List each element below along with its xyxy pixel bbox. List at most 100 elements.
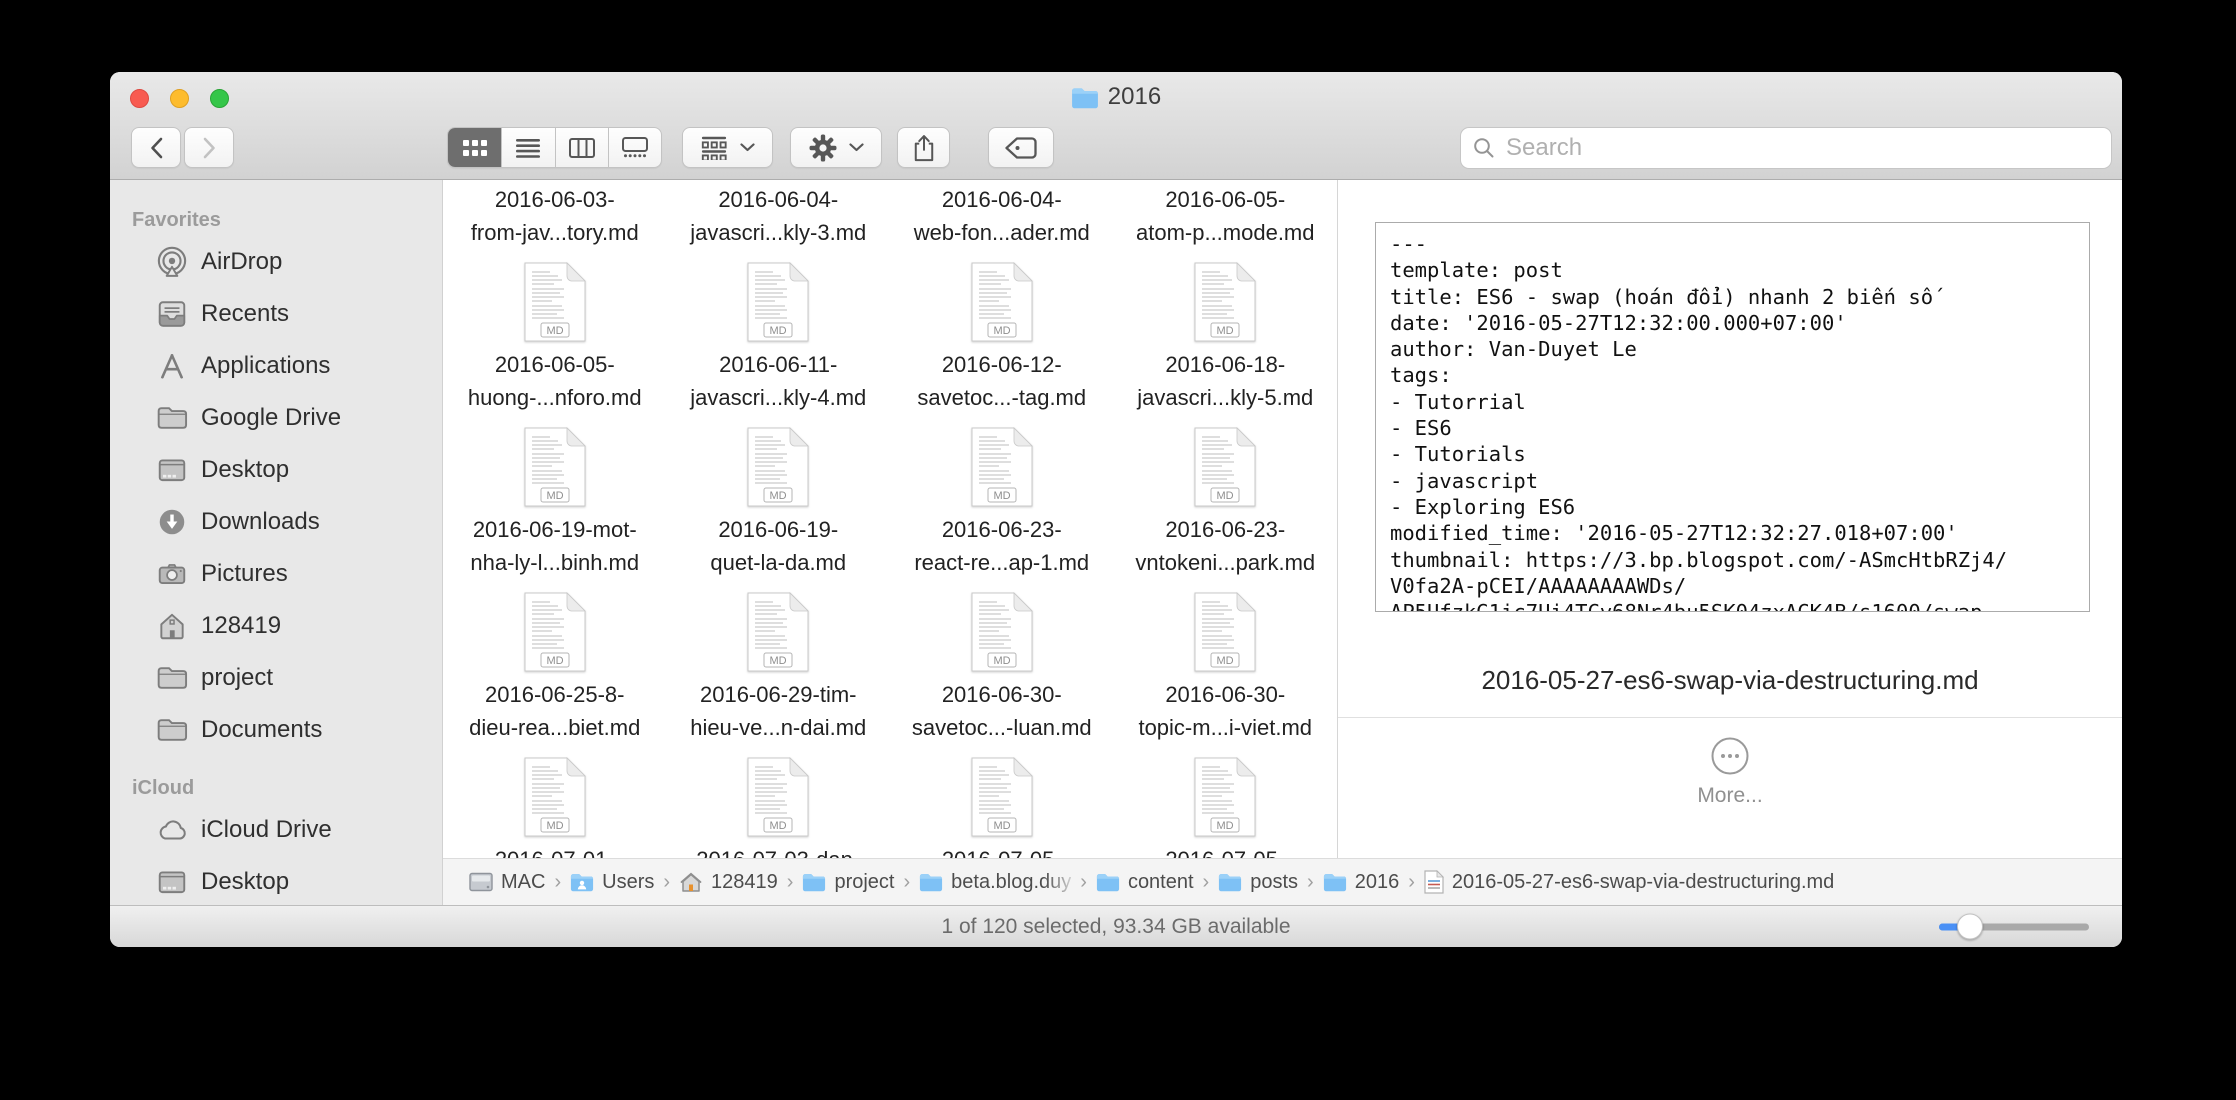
chevron-right-icon: ›	[787, 871, 794, 894]
sidebar-item-label: Desktop	[201, 868, 289, 896]
markdown-file-icon: MD	[747, 427, 809, 507]
md-badge-label: MD	[770, 820, 787, 832]
file-name-line1: 2016-07-05-	[942, 843, 1062, 858]
markdown-file-icon: MD	[524, 592, 586, 672]
desktop-icon	[156, 866, 188, 898]
file-item[interactable]: MD 2016-06-19-mot- nha-ly-l...binh.md	[443, 427, 667, 592]
file-item[interactable]: MD 2016-06-05- atom-p...mode.md	[1114, 180, 1338, 262]
sidebar-item-icloud-desktop[interactable]: Desktop	[110, 856, 442, 908]
sidebar-item-project[interactable]: project	[110, 652, 442, 704]
md-badge-label: MD	[993, 490, 1010, 502]
file-name-line1: 2016-06-04-	[942, 183, 1062, 216]
breadcrumb-posts[interactable]: posts	[1218, 871, 1298, 894]
markdown-file-icon: MD	[524, 757, 586, 837]
folder-icon	[156, 402, 188, 434]
back-button[interactable]	[131, 127, 181, 168]
blue-folder-icon	[1323, 871, 1347, 893]
blue-folder-icon	[1218, 871, 1242, 893]
file-item[interactable]: MD 2016-06-03- from-jav...tory.md	[443, 180, 667, 262]
sidebar-item-airdrop[interactable]: AirDrop	[110, 236, 442, 288]
breadcrumb-content[interactable]: content	[1096, 871, 1194, 894]
file-item[interactable]: MD 2016-06-18- javascri...kly-5.md	[1114, 262, 1338, 427]
more-button[interactable]: More...	[1338, 736, 2122, 808]
view-switcher	[447, 127, 662, 168]
file-name-line2: atom-p...mode.md	[1136, 216, 1315, 249]
chevron-down-icon	[740, 143, 755, 152]
file-name-line2: nha-ly-l...binh.md	[470, 546, 639, 579]
forward-button[interactable]	[184, 127, 234, 168]
file-item[interactable]: MD 2016-06-19- quet-la-da.md	[667, 427, 891, 592]
sidebar-item-recents[interactable]: Recents	[110, 288, 442, 340]
file-item[interactable]: MD 2016-06-04- web-fon...ader.md	[890, 180, 1114, 262]
sidebar-item-google-drive[interactable]: Google Drive	[110, 392, 442, 444]
blue-folder-icon	[1096, 871, 1120, 893]
icon-size-slider[interactable]	[1939, 923, 2089, 930]
file-item[interactable]: MD 2016-06-04- javascri...kly-3.md	[667, 180, 891, 262]
list-view-icon	[516, 138, 540, 158]
breadcrumb-file[interactable]: 2016-05-27-es6-swap-via-destructuring.md	[1424, 870, 1834, 894]
home-icon	[679, 871, 703, 893]
file-item[interactable]: MD 2016-07-05-	[890, 757, 1114, 858]
sidebar-item-home[interactable]: 128419	[110, 600, 442, 652]
search-field[interactable]	[1460, 127, 2112, 169]
file-item[interactable]: MD 2016-06-30- topic-m...i-viet.md	[1114, 592, 1338, 757]
breadcrumb-home[interactable]: 128419	[679, 871, 778, 894]
list-view-button[interactable]	[501, 128, 554, 167]
chevron-right-icon: ›	[554, 871, 561, 894]
column-view-button[interactable]	[555, 128, 608, 167]
icon-view-button[interactable]	[448, 128, 501, 167]
sidebar-item-applications[interactable]: Applications	[110, 340, 442, 392]
finder-window: 2016	[110, 72, 2122, 947]
chevron-right-icon: ›	[1080, 871, 1087, 894]
file-name-line1: 2016-06-05-	[495, 348, 615, 381]
titlebar: 2016	[110, 72, 2122, 180]
md-badge-label: MD	[993, 325, 1010, 337]
file-item[interactable]: MD 2016-06-30- savetoc...-luan.md	[890, 592, 1114, 757]
file-item[interactable]: MD 2016-06-29-tim- hieu-ve...n-dai.md	[667, 592, 891, 757]
search-input[interactable]	[1504, 133, 2099, 163]
sidebar-item-downloads[interactable]: Downloads	[110, 496, 442, 548]
sidebar-item-label: Recents	[201, 300, 289, 328]
preview-text-box[interactable]: --- template: post title: ES6 - swap (ho…	[1375, 222, 2090, 612]
file-item[interactable]: MD 2016-06-12- savetoc...-tag.md	[890, 262, 1114, 427]
file-name-line1: 2016-06-30-	[942, 678, 1062, 711]
file-item[interactable]: MD 2016-06-23- react-re...ap-1.md	[890, 427, 1114, 592]
file-name-line1: 2016-06-12-	[942, 348, 1062, 381]
sidebar-item-documents[interactable]: Documents	[110, 704, 442, 756]
breadcrumb-drive[interactable]: MAC	[469, 871, 545, 894]
markdown-file-icon: MD	[971, 592, 1033, 672]
file-item[interactable]: MD 2016-07-05-	[1114, 757, 1338, 858]
file-item[interactable]: MD 2016-07-03-dan-	[667, 757, 891, 858]
file-item[interactable]: MD 2016-06-11- javascri...kly-4.md	[667, 262, 891, 427]
breadcrumb-project[interactable]: project	[802, 871, 894, 894]
md-badge-label: MD	[1217, 820, 1234, 832]
group-button[interactable]	[682, 127, 773, 168]
file-item[interactable]: MD 2016-07-01-	[443, 757, 667, 858]
status-text: 1 of 120 selected, 93.34 GB available	[941, 915, 1290, 939]
tag-button[interactable]	[988, 127, 1054, 168]
gallery-view-button[interactable]	[608, 128, 661, 167]
breadcrumb-users[interactable]: Users	[570, 871, 654, 894]
chevron-right-icon	[201, 136, 218, 160]
file-name-line2: savetoc...-luan.md	[912, 711, 1092, 744]
tag-icon	[1004, 136, 1038, 160]
chevron-left-icon	[148, 136, 165, 160]
file-item[interactable]: MD 2016-06-23- vntokeni...park.md	[1114, 427, 1338, 592]
sidebar-item-pictures[interactable]: Pictures	[110, 548, 442, 600]
file-item[interactable]: MD 2016-06-25-8- dieu-rea...biet.md	[443, 592, 667, 757]
file-name-line2: from-jav...tory.md	[471, 216, 639, 249]
sidebar-item-label: 128419	[201, 612, 281, 640]
hard-drive-icon	[469, 871, 493, 893]
slider-knob[interactable]	[1957, 914, 1983, 940]
breadcrumb-beta-blog[interactable]: beta.blog.duy	[919, 871, 1071, 894]
sidebar-item-desktop[interactable]: Desktop	[110, 444, 442, 496]
status-bar: 1 of 120 selected, 93.34 GB available	[110, 905, 2122, 947]
sidebar-item-icloud-drive[interactable]: iCloud Drive	[110, 804, 442, 856]
action-button[interactable]	[790, 127, 882, 168]
file-name-line2: huong-...nforo.md	[468, 381, 642, 414]
md-badge-label: MD	[1217, 655, 1234, 667]
share-button[interactable]	[897, 127, 950, 168]
file-item[interactable]: MD 2016-06-05- huong-...nforo.md	[443, 262, 667, 427]
breadcrumb-2016[interactable]: 2016	[1323, 871, 1400, 894]
sidebar: Favorites AirDrop Recents	[110, 180, 443, 905]
